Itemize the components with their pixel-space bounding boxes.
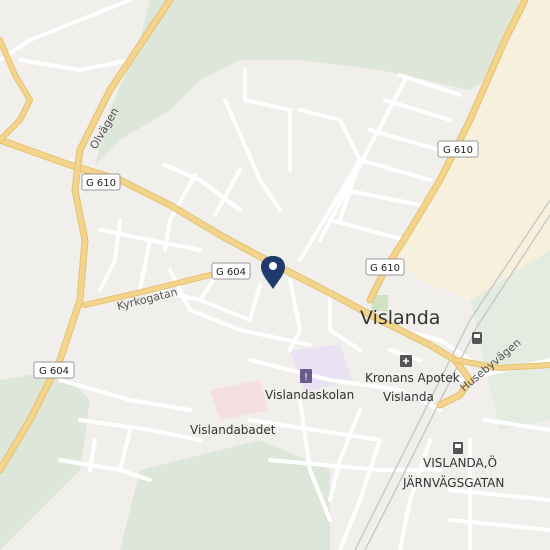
route-shield-g610-north: G 610 [437,140,479,158]
map-view[interactable]: Olvägen Kyrkogatan Husebyvägen G 610 G 6… [0,0,550,550]
route-shield-g604-south: G 604 [33,361,75,379]
poi-label-school[interactable]: Vislandaskolan [265,388,354,402]
route-shield-label: G 610 [86,178,116,189]
poi-label-pool[interactable]: Vislandabadet [190,423,276,437]
route-shield-g604-center: G 604 [211,262,251,280]
pharmacy-icon[interactable] [400,355,412,367]
route-shield-label: G 604 [39,366,69,377]
school-icon[interactable]: ! [300,369,312,383]
route-shield-g610-west: G 610 [81,173,121,191]
route-shield-label: G 610 [370,263,400,274]
route-shield-label: G 610 [443,145,473,156]
poi-label-pharmacy-sub[interactable]: Vislanda [383,390,434,404]
poi-label-fuel[interactable]: VISLANDA,Ö [423,454,497,470]
town-label: Vislanda [360,307,440,329]
poi-label-pharmacy[interactable]: Kronans Apotek [365,371,460,385]
poi-label-fuel-sub[interactable]: JÄRNVÄGSGATAN [402,475,504,490]
fuel-pump-icon[interactable] [453,442,463,454]
route-shield-g610-east: G 610 [365,258,405,276]
map-canvas[interactable]: Olvägen Kyrkogatan Husebyvägen G 610 G 6… [0,0,550,550]
route-shield-label: G 604 [216,267,246,278]
train-station-icon[interactable] [472,332,482,344]
svg-text:!: ! [304,372,308,383]
